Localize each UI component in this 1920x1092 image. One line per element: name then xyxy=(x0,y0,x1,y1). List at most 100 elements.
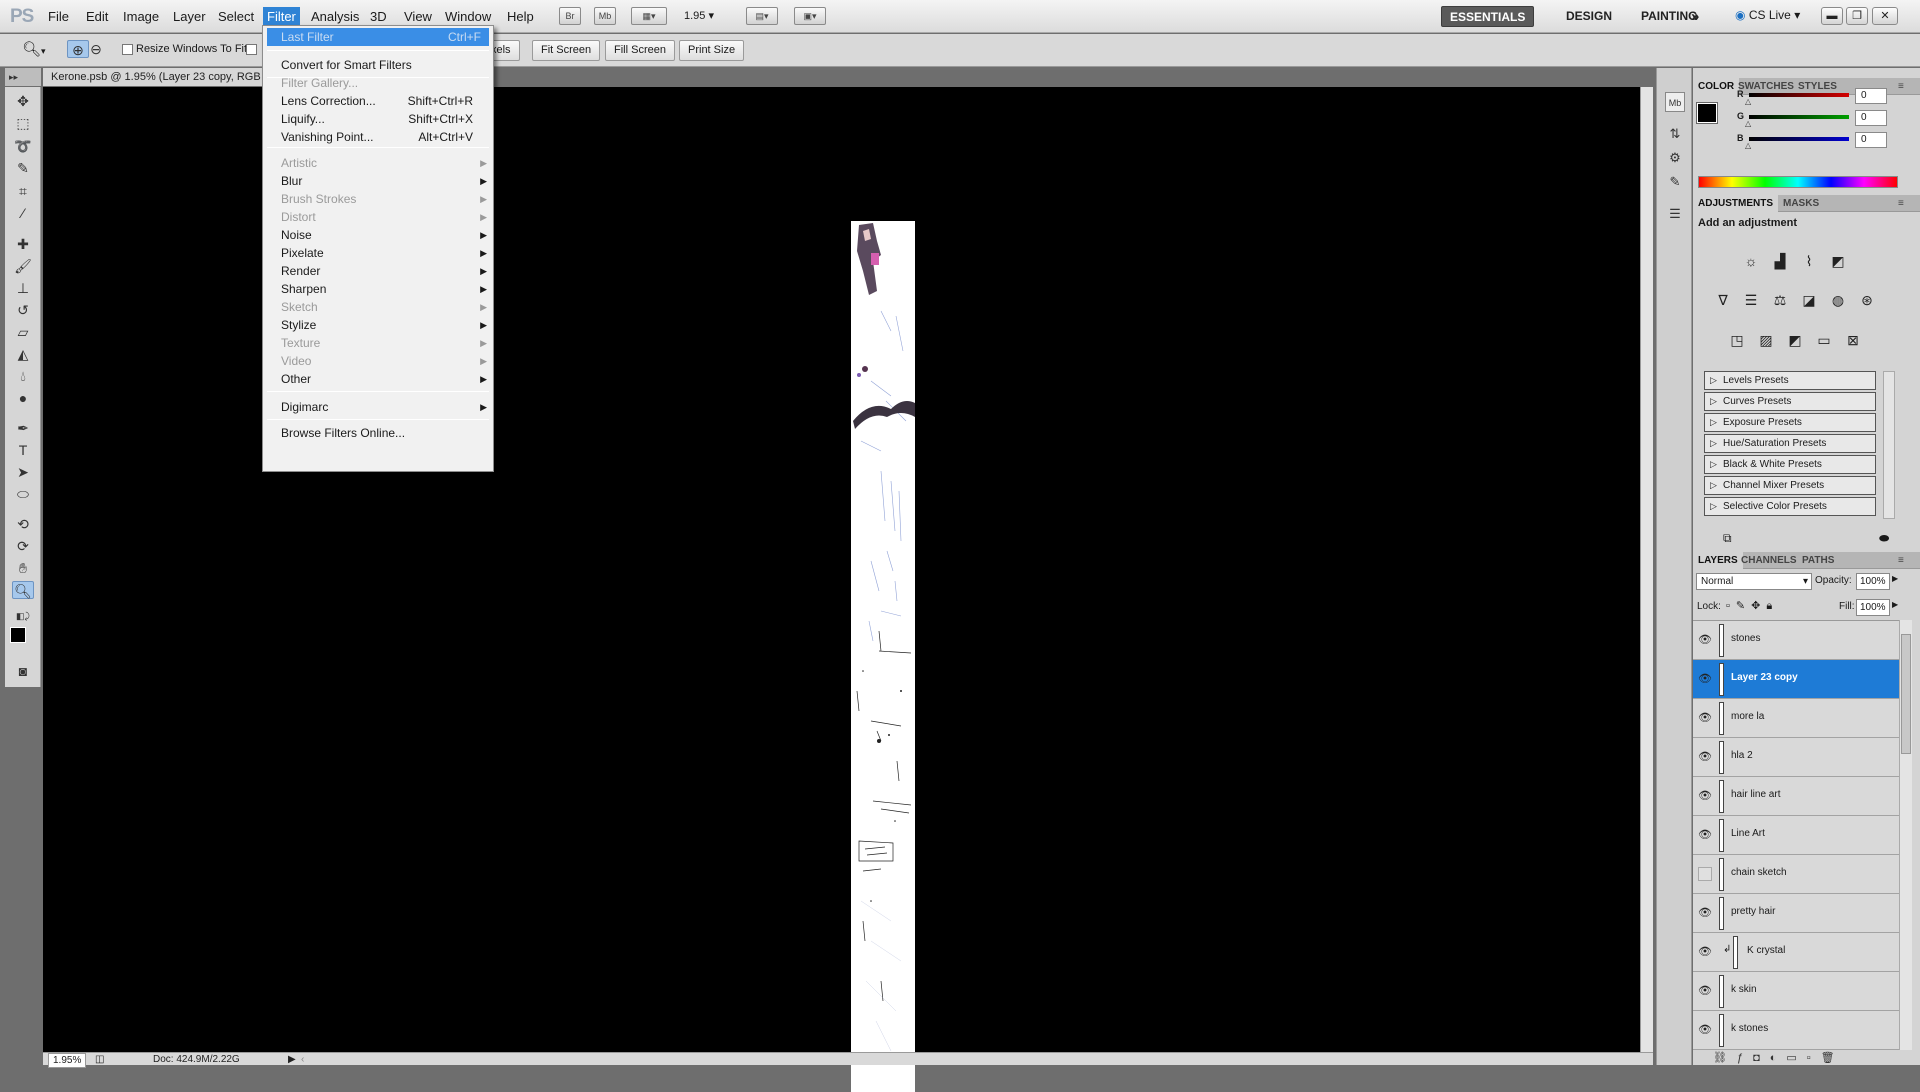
menu-view[interactable]: View xyxy=(400,8,436,26)
black-white-icon[interactable]: ◪ xyxy=(1798,290,1820,310)
layer-row-k-crystal[interactable]: 👁︎ ↲ K crystal xyxy=(1693,933,1899,972)
vibrance-icon[interactable]: ∇ xyxy=(1712,290,1734,310)
brush-panel-icon[interactable]: ✎ xyxy=(1665,172,1685,192)
menu-analysis[interactable]: Analysis xyxy=(307,8,363,26)
channel-slider[interactable] xyxy=(1749,93,1849,97)
marquee-tool-icon[interactable]: ⬚ xyxy=(12,114,34,132)
preset-channel-mixer-presets[interactable]: ▷ Channel Mixer Presets xyxy=(1704,476,1876,495)
pen-tool-icon[interactable]: ✒ xyxy=(12,419,34,437)
layers-scroll-thumb[interactable] xyxy=(1901,634,1911,754)
color-spectrum-bar[interactable] xyxy=(1698,176,1898,188)
slider-handle-icon[interactable]: △ xyxy=(1745,97,1751,106)
workspace-essentials[interactable]: ESSENTIALS xyxy=(1441,6,1535,27)
scroll-left-icon[interactable]: ‹ xyxy=(301,1053,304,1066)
view-extras-dropdown[interactable]: ▦▾ xyxy=(631,7,667,25)
path-selection-tool-icon[interactable]: ➤ xyxy=(12,463,34,481)
screen-mode-dropdown[interactable]: ▣▾ xyxy=(794,7,826,25)
layer-row-more-la[interactable]: 👁︎ more la xyxy=(1693,699,1899,738)
exposure-icon[interactable]: ◩ xyxy=(1827,251,1849,271)
canvas-vertical-scrollbar[interactable] xyxy=(1640,87,1653,1052)
3d-rotate-tool-icon[interactable]: ⟲ xyxy=(12,515,34,533)
filter-menu-item-lens-correction[interactable]: Lens Correction... Shift+Ctrl+R xyxy=(281,92,481,110)
healing-brush-tool-icon[interactable]: ✚ xyxy=(12,235,34,253)
filter-menu-item-liquify[interactable]: Liquify... Shift+Ctrl+X xyxy=(281,110,481,128)
channel-mixer-icon[interactable]: ⊛ xyxy=(1856,290,1878,310)
lock-options-icons[interactable]: ▫✎✥🔒︎ xyxy=(1726,599,1778,613)
tab-adjustments[interactable]: ADJUSTMENTS xyxy=(1693,195,1779,212)
preset-curves-presets[interactable]: ▷ Curves Presets xyxy=(1704,392,1876,411)
swap-colors-icon[interactable]: ◧⤸ xyxy=(12,607,34,625)
arrange-documents-dropdown[interactable]: ▤▾ xyxy=(746,7,778,25)
channel-slider[interactable] xyxy=(1749,137,1849,141)
mini-bridge-panel-icon[interactable]: Mb xyxy=(1665,92,1685,112)
gradient-map-icon[interactable]: ▭ xyxy=(1813,330,1835,350)
fill-slider-arrow-icon[interactable]: ▶ xyxy=(1892,600,1898,609)
levels-icon[interactable]: ▟ xyxy=(1769,251,1791,271)
zoom-all-windows-checkbox[interactable] xyxy=(246,44,257,55)
expand-triangle-icon[interactable]: ▷ xyxy=(1710,414,1717,431)
shape-tool-icon[interactable]: ⬭ xyxy=(12,485,34,503)
restore-button[interactable]: ❐ xyxy=(1846,7,1868,25)
channel-value-field[interactable]: 0 xyxy=(1855,88,1887,104)
foreground-color-swatch[interactable] xyxy=(10,627,26,643)
filter-menu-item-browse-filters-online[interactable]: Browse Filters Online... xyxy=(281,424,481,442)
visibility-eye-icon[interactable]: 👁︎ xyxy=(1698,945,1712,959)
menu-help[interactable]: Help xyxy=(503,8,538,26)
layer-row-chain-sketch[interactable]: chain sketch xyxy=(1693,855,1899,894)
visibility-eye-icon[interactable] xyxy=(1698,867,1712,881)
document-tab[interactable]: Kerone.psb @ 1.95% (Layer 23 copy, RGB xyxy=(43,68,273,86)
layer-row-hair-line-art[interactable]: 👁︎ hair line art xyxy=(1693,777,1899,816)
visibility-eye-icon[interactable]: 👁︎ xyxy=(1698,672,1712,686)
layer-row-layer-23-copy[interactable]: 👁︎ Layer 23 copy xyxy=(1693,660,1899,699)
visibility-eye-icon[interactable]: 👁︎ xyxy=(1698,750,1712,764)
slider-handle-icon[interactable]: △ xyxy=(1745,141,1751,150)
cs-live-button[interactable]: ◉ CS Live ▾ xyxy=(1735,8,1800,22)
color-balance-icon[interactable]: ⚖ xyxy=(1769,290,1791,310)
filter-menu-item-sharpen[interactable]: Sharpen ▶ xyxy=(281,280,487,298)
panel-menu-icon[interactable]: ≡ xyxy=(1893,78,1909,95)
menu-file[interactable]: File xyxy=(44,8,73,26)
filter-menu-item-convert-for-smart-filters[interactable]: Convert for Smart Filters xyxy=(281,56,481,74)
visibility-eye-icon[interactable]: 👁︎ xyxy=(1698,906,1712,920)
filter-menu-item-stylize[interactable]: Stylize ▶ xyxy=(281,316,487,334)
preset-levels-presets[interactable]: ▷ Levels Presets xyxy=(1704,371,1876,390)
channel-value-field[interactable]: 0 xyxy=(1855,110,1887,126)
expand-triangle-icon[interactable]: ▷ xyxy=(1710,477,1717,494)
layers-footer-icons[interactable]: ⛓ƒ◘◐▭▫🗑︎ xyxy=(1713,1051,1845,1064)
slider-handle-icon[interactable]: △ xyxy=(1745,119,1751,128)
zoom-tool-preset-picker[interactable]: 🔍︎▾ xyxy=(22,40,46,58)
zoom-tool-icon[interactable]: 🔍︎ xyxy=(12,581,34,599)
preset-exposure-presets[interactable]: ▷ Exposure Presets xyxy=(1704,413,1876,432)
clone-stamp-tool-icon[interactable]: ⊥ xyxy=(12,279,34,297)
clip-to-layer-icon[interactable]: ⬬ xyxy=(1879,531,1889,546)
visibility-eye-icon[interactable]: 👁︎ xyxy=(1698,984,1712,998)
menu-3d[interactable]: 3D xyxy=(366,8,391,26)
curves-icon[interactable]: ⌇ xyxy=(1798,251,1820,271)
quick-selection-tool-icon[interactable]: ✎ xyxy=(12,159,34,177)
lasso-tool-icon[interactable]: ➰ xyxy=(12,137,34,155)
preset-selective-color-presets[interactable]: ▷ Selective Color Presets xyxy=(1704,497,1876,516)
preset-hue-saturation-presets[interactable]: ▷ Hue/Saturation Presets xyxy=(1704,434,1876,453)
tab-paths[interactable]: PATHS xyxy=(1797,552,1839,569)
presets-scrollbar[interactable] xyxy=(1883,371,1895,519)
mini-bridge-button[interactable]: Mb xyxy=(594,7,616,25)
filter-menu-item-render[interactable]: Render ▶ xyxy=(281,262,487,280)
filter-menu-item-blur[interactable]: Blur ▶ xyxy=(281,172,487,190)
expand-triangle-icon[interactable]: ▷ xyxy=(1710,498,1717,515)
channel-value-field[interactable]: 0 xyxy=(1855,132,1887,148)
filter-menu-item-pixelate[interactable]: Pixelate ▶ xyxy=(281,244,487,262)
zoom-out-icon[interactable]: ⊖ xyxy=(85,40,107,58)
menu-window[interactable]: Window xyxy=(441,8,495,26)
eraser-tool-icon[interactable]: ▱ xyxy=(12,323,34,341)
bridge-button[interactable]: Br xyxy=(559,7,581,25)
blur-tool-icon[interactable]: 💧︎ xyxy=(12,367,34,385)
filter-menu-item-noise[interactable]: Noise ▶ xyxy=(281,226,487,244)
panel-menu-icon[interactable]: ≡ xyxy=(1893,195,1909,212)
layer-row-k-skin[interactable]: 👁︎ k skin xyxy=(1693,972,1899,1011)
hue-saturation-icon[interactable]: ☰ xyxy=(1740,290,1762,310)
actions-panel-icon[interactable]: ⚙ xyxy=(1665,148,1685,168)
type-tool-icon[interactable]: T xyxy=(12,441,34,459)
move-tool-icon[interactable]: ✥ xyxy=(12,92,34,110)
fit-screen-button[interactable]: Fit Screen xyxy=(532,40,601,61)
visibility-eye-icon[interactable]: 👁︎ xyxy=(1698,633,1712,647)
